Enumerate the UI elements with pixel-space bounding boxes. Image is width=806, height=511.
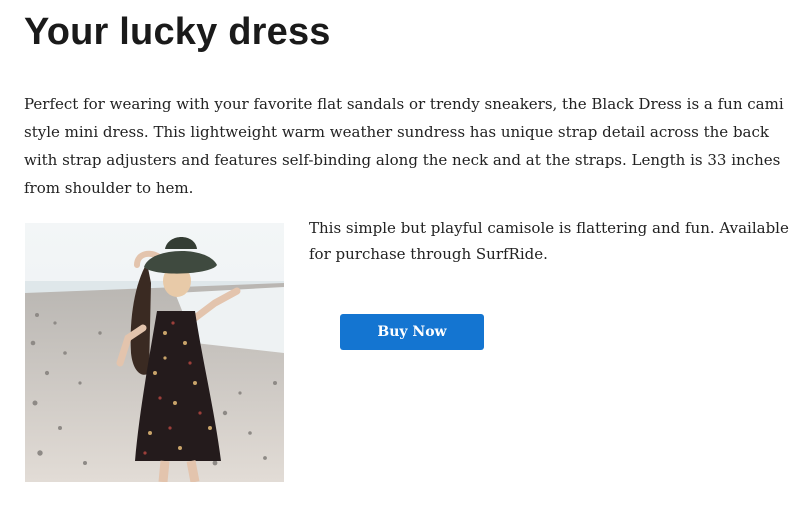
page-title: Your lucky dress (24, 11, 331, 53)
intro-paragraph: Perfect for wearing with your favorite f… (24, 95, 784, 197)
buy-now-button[interactable]: Buy Now (340, 314, 484, 350)
product-description: This simple but playful camisole is flat… (309, 219, 789, 263)
product-photo (25, 223, 284, 482)
